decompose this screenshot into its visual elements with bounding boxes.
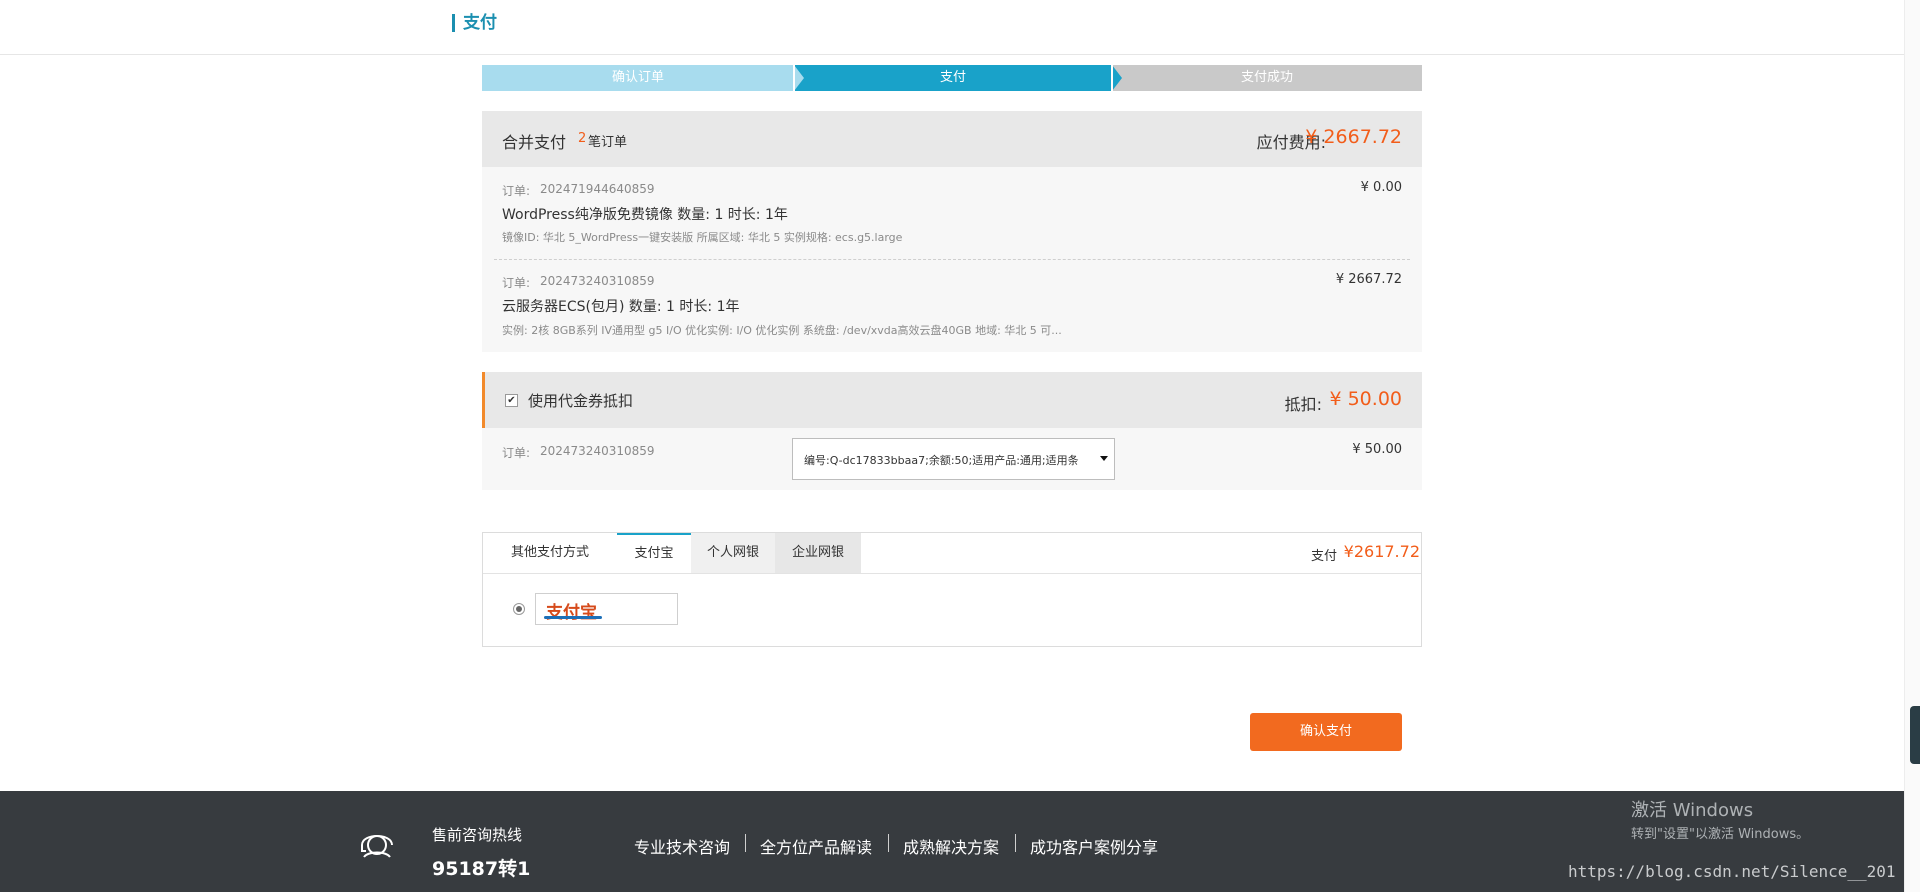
alipay-radio[interactable] <box>513 603 525 615</box>
blog-url-watermark: https://blog.csdn.net/Silence__201 <box>1568 862 1896 881</box>
footer-link-solutions[interactable]: 成熟解决方案 <box>903 834 999 858</box>
voucher-order-label: 订单: <box>502 446 531 460</box>
voucher-title: 使用代金券抵扣 <box>528 392 634 410</box>
step-divider <box>1111 65 1113 91</box>
order-id-label: 订单: <box>502 276 531 290</box>
footer-separator <box>745 834 746 852</box>
order-price: ¥ 2667.72 <box>1335 272 1402 287</box>
top-bar: 支付 <box>0 0 1904 55</box>
voucher-checkbox[interactable]: ✔ <box>505 394 518 407</box>
activate-windows-title: 激活 Windows <box>1631 800 1754 821</box>
headset-icon <box>361 835 393 858</box>
alipay-logo: 支付宝 <box>546 603 597 623</box>
order-item: 订单: 202473240310859 云服务器ECS(包月) 数量: 1 时长… <box>482 260 1422 352</box>
activate-windows-sub: 转到"设置"以激活 Windows。 <box>1631 827 1810 842</box>
page-title: 支付 <box>452 14 497 32</box>
footer-separator <box>1015 834 1016 852</box>
merge-payment-title: 合并支付 <box>502 133 567 152</box>
voucher-header: ✔ 使用代金券抵扣 抵扣: ¥ 50.00 <box>482 372 1422 428</box>
side-widget[interactable] <box>1910 706 1920 764</box>
alipay-logo-swoosh <box>544 616 602 619</box>
order-id: 202473240310859 <box>540 274 655 288</box>
order-item: 订单: 202471944640859 WordPress纯净版免费镜像 数量:… <box>482 167 1422 259</box>
order-id-label: 订单: <box>502 184 531 198</box>
voucher-select-value: 编号:Q-dc17833bbaa7;余额:50;适用产品:通用;适用条 <box>804 454 1079 467</box>
merge-payment-header: 合并支付 2 笔订单 应付费用: ¥ 2667.72 <box>482 111 1422 167</box>
confirm-payment-button[interactable]: 确认支付 <box>1250 713 1402 751</box>
step-pay: 支付 <box>794 65 1112 91</box>
step-arrow <box>794 65 804 91</box>
hotline-number: 95187转1 <box>432 858 531 880</box>
tab-personal-banking[interactable]: 个人网银 <box>691 533 775 573</box>
order-detail: 实例: 2核 8GB系列 IV通用型 g5 I/O 优化实例: I/O 优化实例… <box>502 324 1062 337</box>
deduct-label: 抵扣: <box>1284 395 1322 414</box>
order-list: 订单: 202471944640859 WordPress纯净版免费镜像 数量:… <box>482 167 1422 352</box>
footer-link-product-guide[interactable]: 全方位产品解读 <box>760 834 872 858</box>
fee-value: ¥ 2667.72 <box>1305 126 1402 148</box>
deduct-value: ¥ 50.00 <box>1329 388 1402 410</box>
voucher-order-id: 202473240310859 <box>540 444 655 458</box>
step-arrow <box>1112 65 1122 91</box>
order-count-suffix: 笔订单 <box>588 135 628 150</box>
tab-alipay[interactable]: 支付宝 <box>617 533 691 573</box>
step-pay-success: 支付成功 <box>1112 65 1422 91</box>
tab-business-banking[interactable]: 企业网银 <box>775 533 861 573</box>
progress-steps: 确认订单 支付 支付成功 <box>482 65 1422 91</box>
order-title: 云服务器ECS(包月) 数量: 1 时长: 1年 <box>502 299 740 315</box>
footer-link-customer-cases[interactable]: 成功客户案例分享 <box>1030 834 1158 858</box>
voucher-body: 订单: 202473240310859 编号:Q-dc17833bbaa7;余额… <box>482 428 1422 490</box>
chevron-down-icon <box>1100 456 1108 461</box>
order-id: 202471944640859 <box>540 182 655 196</box>
footer-separator <box>888 834 889 852</box>
alipay-logo-box[interactable]: 支付宝 <box>535 593 678 625</box>
radio-dot <box>516 606 522 612</box>
pay-value: ¥2617.72 <box>1343 542 1420 561</box>
step-divider <box>793 65 795 91</box>
order-price: ¥ 0.00 <box>1360 180 1402 195</box>
voucher-price: ¥ 50.00 <box>1352 442 1402 457</box>
tab-other-payment[interactable]: 其他支付方式 <box>483 533 617 573</box>
order-detail: 镜像ID: 华北 5_WordPress一键安装版 所属区域: 华北 5 实例规… <box>502 231 903 244</box>
footer-link-tech-consult[interactable]: 专业技术咨询 <box>634 834 730 858</box>
pay-label: 支付 <box>1310 549 1337 564</box>
order-title: WordPress纯净版免费镜像 数量: 1 时长: 1年 <box>502 207 788 223</box>
order-count: 2 <box>578 131 587 146</box>
voucher-select[interactable]: 编号:Q-dc17833bbaa7;余额:50;适用产品:通用;适用条 <box>792 438 1115 480</box>
step-confirm-order: 确认订单 <box>482 65 794 91</box>
hotline-label: 售前咨询热线 <box>432 826 523 844</box>
